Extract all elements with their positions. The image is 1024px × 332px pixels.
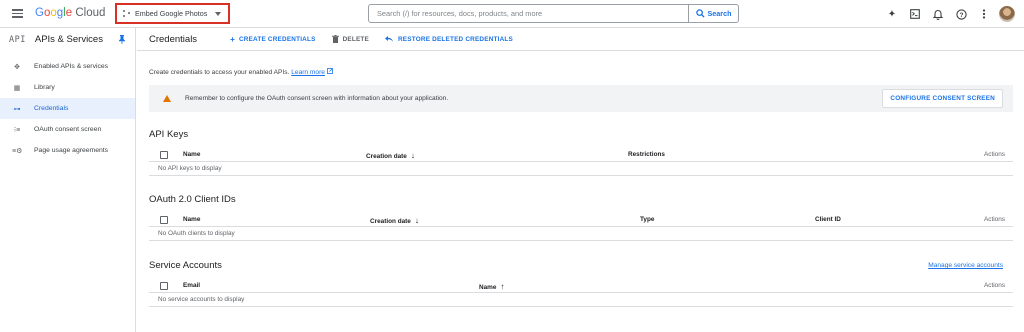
- service-accounts-heading: Service Accounts: [149, 260, 222, 271]
- select-all-checkbox[interactable]: [160, 282, 168, 290]
- logo-google-text: Google: [35, 7, 73, 19]
- column-creation-date-label: Creation date: [370, 218, 411, 225]
- more-vert-icon[interactable]: [975, 5, 993, 23]
- sidebar-item-label: Library: [34, 84, 55, 91]
- intro-text: Create credentials to access your enable…: [149, 68, 333, 76]
- sidebar: API APIs & Services ✥ Enabled APIs & ser…: [0, 28, 136, 332]
- oauth-clients-heading: OAuth 2.0 Client IDs: [149, 194, 236, 205]
- empty-row: No service accounts to display: [149, 293, 1013, 307]
- top-icons: ✦ ?: [878, 5, 1016, 23]
- sidebar-item-page-usage[interactable]: ≡⚙ Page usage agreements: [0, 140, 135, 161]
- select-all-checkbox[interactable]: [160, 216, 168, 224]
- create-credentials-label: CREATE CREDENTIALS: [238, 35, 316, 43]
- column-name-label: Name: [479, 284, 497, 291]
- gemini-sparkle-icon[interactable]: ✦: [883, 5, 901, 23]
- delete-label: DELETE: [342, 35, 369, 43]
- table-header: Name Creation date ↓ Restrictions Actions: [149, 148, 1013, 162]
- learn-more-link[interactable]: Learn more: [291, 69, 325, 76]
- column-restrictions[interactable]: Restrictions: [628, 151, 665, 158]
- project-name: Embed Google Photos: [135, 9, 208, 18]
- intro-message: Create credentials to access your enable…: [149, 69, 290, 76]
- notifications-bell-icon[interactable]: [929, 5, 947, 23]
- sidebar-item-label: OAuth consent screen: [34, 126, 102, 133]
- external-link-icon: [326, 68, 333, 74]
- api-logo-icon: API: [9, 34, 26, 45]
- table-header: Email Name ↑ Actions: [149, 279, 1013, 293]
- column-actions: Actions: [984, 151, 1005, 158]
- search-icon: [695, 9, 705, 18]
- pin-icon[interactable]: [119, 35, 125, 44]
- key-icon: ⊶: [13, 105, 21, 113]
- sidebar-header: API APIs & Services: [0, 28, 135, 51]
- sort-up-arrow-icon: ↑: [500, 282, 505, 291]
- learn-more-label: Learn more: [291, 69, 325, 76]
- search-input[interactable]: Search (/) for resources, docs, products…: [369, 5, 688, 22]
- hamburger-menu-icon[interactable]: [11, 7, 25, 21]
- search-button[interactable]: Search: [688, 5, 738, 22]
- search-bar: Search (/) for resources, docs, products…: [368, 4, 739, 23]
- google-cloud-logo[interactable]: Google Cloud: [35, 7, 105, 19]
- column-actions: Actions: [984, 282, 1005, 289]
- help-icon[interactable]: ?: [952, 5, 970, 23]
- manage-service-accounts-link[interactable]: Manage service accounts: [928, 262, 1003, 269]
- sidebar-item-label: Page usage agreements: [34, 147, 109, 154]
- logo-cloud-text: Cloud: [75, 7, 106, 19]
- consent-icon: ⁝≡: [13, 126, 21, 134]
- trash-icon: [331, 35, 339, 43]
- library-icon: ▦: [13, 84, 21, 92]
- page-title: Credentials: [149, 33, 198, 45]
- column-creation-date[interactable]: Creation date ↓: [370, 216, 419, 225]
- sidebar-item-enabled-apis[interactable]: ✥ Enabled APIs & services: [0, 56, 135, 77]
- delete-button[interactable]: DELETE: [331, 35, 369, 43]
- sidebar-item-library[interactable]: ▦ Library: [0, 77, 135, 98]
- table-header: Name Creation date ↓ Type Client ID Actio…: [149, 213, 1013, 227]
- restore-deleted-button[interactable]: RESTORE DELETED CREDENTIALS: [384, 35, 513, 43]
- sidebar-title: APIs & Services: [34, 34, 103, 45]
- configure-consent-screen-button[interactable]: CONFIGURE CONSENT SCREEN: [882, 89, 1003, 108]
- select-all-checkbox[interactable]: [160, 151, 168, 159]
- settings-list-icon: ≡⚙: [12, 147, 23, 155]
- svg-text:?: ?: [959, 12, 963, 19]
- column-actions: Actions: [984, 216, 1005, 223]
- plus-icon: +: [230, 34, 235, 44]
- column-client-id[interactable]: Client ID: [815, 216, 841, 223]
- sidebar-nav: ✥ Enabled APIs & services ▦ Library ⊶ Cr…: [0, 56, 135, 161]
- top-bar: Google Cloud Embed Google Photos Search …: [0, 0, 1024, 28]
- column-creation-date-label: Creation date: [366, 153, 407, 160]
- main-content: Credentials + CREATE CREDENTIALS DELETE …: [137, 28, 1024, 332]
- column-type[interactable]: Type: [640, 216, 654, 223]
- empty-row: No API keys to display: [149, 162, 1013, 176]
- cloud-shell-icon[interactable]: [906, 5, 924, 23]
- consent-warning-banner: Remember to configure the OAuth consent …: [149, 85, 1013, 112]
- column-name[interactable]: Name: [183, 216, 200, 223]
- api-keys-heading: API Keys: [149, 129, 189, 140]
- search-button-label: Search: [707, 9, 732, 18]
- api-keys-table: Name Creation date ↓ Restrictions Actions…: [149, 148, 1013, 176]
- project-icon: [123, 9, 131, 18]
- column-email[interactable]: Email: [183, 282, 200, 289]
- sort-down-arrow-icon: ↓: [414, 216, 419, 225]
- warning-icon: [163, 95, 171, 102]
- sidebar-item-credentials[interactable]: ⊶ Credentials: [0, 98, 135, 119]
- hub-icon: ✥: [14, 63, 20, 71]
- restore-label: RESTORE DELETED CREDENTIALS: [397, 35, 513, 43]
- sidebar-item-label: Enabled APIs & services: [34, 63, 109, 70]
- column-creation-date[interactable]: Creation date ↓: [366, 151, 415, 160]
- oauth-clients-table: Name Creation date ↓ Type Client ID Actio…: [149, 213, 1013, 241]
- avatar-image: [999, 6, 1015, 22]
- project-picker[interactable]: Embed Google Photos: [115, 3, 230, 24]
- empty-row: No OAuth clients to display: [149, 227, 1013, 241]
- service-accounts-table: Email Name ↑ Actions No service accounts …: [149, 279, 1013, 307]
- column-name[interactable]: Name ↑: [479, 282, 504, 291]
- undo-icon: [384, 35, 393, 42]
- warning-message: Remember to configure the OAuth consent …: [185, 95, 449, 102]
- account-avatar[interactable]: [998, 5, 1016, 23]
- create-credentials-button[interactable]: + CREATE CREDENTIALS: [230, 35, 316, 44]
- action-toolbar: Credentials + CREATE CREDENTIALS DELETE …: [137, 28, 1024, 51]
- sidebar-item-label: Credentials: [34, 105, 69, 112]
- chevron-down-icon: [215, 11, 222, 16]
- sidebar-item-oauth-consent[interactable]: ⁝≡ OAuth consent screen: [0, 119, 135, 140]
- column-name[interactable]: Name: [183, 151, 200, 158]
- sort-down-arrow-icon: ↓: [410, 151, 415, 160]
